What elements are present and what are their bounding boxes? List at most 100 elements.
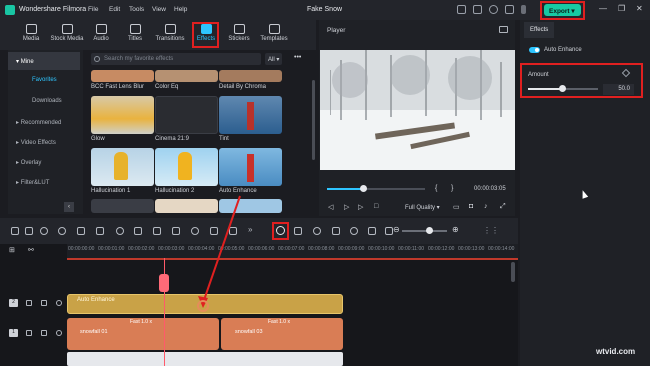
nav-label: Recommended — [20, 120, 62, 126]
nav-item-video-effects[interactable]: ▸ Video Effects — [8, 133, 80, 151]
layout-icon[interactable] — [457, 5, 466, 14]
grid-icon[interactable] — [11, 227, 19, 235]
shield-icon[interactable] — [294, 227, 302, 235]
color-icon[interactable] — [210, 227, 218, 235]
timeline-scrollbar[interactable] — [511, 262, 515, 282]
mark-in-icon[interactable]: { — [435, 185, 437, 192]
tab-stickers[interactable]: Stickers — [219, 22, 259, 48]
tab-media[interactable]: Media — [11, 22, 51, 48]
display-settings-icon[interactable]: ▭ — [453, 203, 460, 211]
tab-templates[interactable]: Templates — [254, 22, 294, 48]
more-tools-icon[interactable]: » — [248, 225, 256, 234]
clip-name: snowfall 03 — [235, 329, 263, 335]
playhead-handle[interactable] — [159, 274, 169, 292]
effect-thumb[interactable] — [155, 199, 218, 213]
more-options-icon[interactable]: ••• — [294, 54, 301, 61]
chevron-down-icon: ▾ — [274, 57, 280, 63]
zoom-slider-handle[interactable] — [426, 227, 433, 234]
add-track-icon[interactable]: ⊞ — [9, 246, 15, 254]
amount-value-input[interactable]: 50.0 — [603, 84, 634, 95]
microphone-icon[interactable] — [313, 227, 321, 235]
undo-icon[interactable] — [40, 227, 48, 235]
lock-icon[interactable] — [26, 330, 32, 336]
collapse-sidebar-icon[interactable]: ‹ — [64, 202, 74, 212]
nav-item-downloads[interactable]: Downloads — [8, 92, 80, 110]
minimize-icon[interactable]: — — [599, 4, 607, 13]
nav-item-favorites[interactable]: Favorites — [8, 71, 80, 89]
playback-scrubber-handle[interactable] — [360, 185, 367, 192]
export-button[interactable]: Export ▾ — [544, 4, 581, 16]
menu-view[interactable]: View — [152, 6, 166, 13]
maximize-icon[interactable]: ❐ — [618, 4, 625, 13]
tab-label: Media — [22, 36, 40, 42]
eye-icon[interactable] — [56, 300, 62, 306]
next-frame-icon[interactable]: ▷ — [358, 203, 363, 211]
lock-icon[interactable] — [26, 300, 32, 306]
effect-thumb-bcc-fast-lens-blur[interactable] — [91, 70, 154, 82]
nav-item-filter-lut[interactable]: ▸ Filter&LUT — [8, 173, 80, 191]
menu-help[interactable]: Help — [174, 6, 187, 13]
tab-titles[interactable]: Titles — [115, 22, 155, 48]
eye-icon[interactable] — [56, 330, 62, 336]
quality-select[interactable]: Full Quality ▾ — [405, 204, 440, 211]
menu-tools[interactable]: Tools — [129, 6, 144, 13]
effect-thumb-detail-by-chroma[interactable] — [219, 70, 282, 82]
speaker-icon[interactable] — [41, 330, 47, 336]
snapshot-icon[interactable]: ◘ — [469, 203, 473, 210]
timeline-grid-icon[interactable]: ⋮⋮ — [483, 226, 499, 235]
adjust-icon[interactable] — [229, 227, 237, 235]
tag-icon[interactable] — [134, 227, 142, 235]
layout-icon[interactable] — [25, 227, 33, 235]
split-icon[interactable] — [96, 227, 104, 235]
nav-item-overlay[interactable]: ▸ Overlay — [8, 153, 80, 171]
audio-stretch-icon[interactable] — [116, 227, 124, 235]
speed-icon[interactable] — [191, 227, 199, 235]
tab-properties-effects[interactable]: Effects — [524, 22, 554, 38]
search-input[interactable]: Search my favorite effects — [91, 53, 261, 65]
stop-icon[interactable]: □ — [374, 203, 378, 210]
audio-icon — [95, 24, 107, 34]
image-icon[interactable] — [499, 26, 508, 33]
snap-icon[interactable] — [368, 227, 376, 235]
link-icon[interactable]: ⚯ — [28, 246, 34, 254]
video-preview[interactable] — [320, 50, 515, 170]
play-icon[interactable]: ▷ — [344, 203, 349, 211]
redo-icon[interactable] — [58, 227, 66, 235]
close-icon[interactable]: ✕ — [636, 4, 643, 13]
menu-file[interactable]: File — [88, 6, 98, 13]
menu-dots-icon[interactable] — [521, 5, 526, 14]
crop-icon[interactable] — [153, 227, 161, 235]
nav-item-recommended[interactable]: ▸ Recommended — [8, 113, 80, 131]
zoom-in-icon[interactable]: ⊕ — [452, 225, 459, 234]
fullscreen-icon[interactable]: ⤢ — [500, 203, 506, 211]
cloud-icon[interactable] — [489, 5, 498, 14]
account-icon[interactable] — [473, 5, 482, 14]
menu-edit[interactable]: Edit — [109, 6, 120, 13]
amount-slider-handle[interactable] — [559, 85, 566, 92]
zoom-out-icon[interactable]: ⊖ — [393, 225, 400, 234]
filter-select[interactable]: All ▾ — [265, 53, 282, 65]
mark-out-icon[interactable]: } — [451, 185, 453, 192]
save-icon[interactable] — [505, 5, 514, 14]
render-preview-icon[interactable] — [276, 226, 285, 235]
previous-frame-icon[interactable]: ◁ — [328, 203, 333, 211]
effects-scrollbar[interactable] — [312, 80, 315, 160]
zoom-slider[interactable] — [402, 230, 447, 232]
audio-track-clip[interactable] — [67, 352, 343, 366]
effect-thumb-color-eq[interactable] — [155, 70, 218, 82]
text-icon[interactable] — [172, 227, 180, 235]
effect-thumb-glow[interactable] — [91, 96, 154, 134]
effect-thumb[interactable] — [219, 199, 282, 213]
volume-icon[interactable]: ♪ — [484, 203, 488, 210]
tab-transitions[interactable]: Transitions — [150, 22, 190, 48]
speaker-icon[interactable] — [41, 300, 47, 306]
app-name: Wondershare Filmora — [19, 6, 87, 13]
marker-icon[interactable] — [385, 227, 393, 235]
effect-thumb-cinema[interactable] — [155, 96, 218, 134]
delete-icon[interactable] — [77, 227, 85, 235]
ai-icon[interactable] — [350, 227, 358, 235]
effect-thumb[interactable] — [91, 199, 154, 213]
layers-icon[interactable] — [332, 227, 340, 235]
nav-item-mine[interactable]: ▾ Mine — [8, 52, 80, 70]
filmora-logo-icon — [5, 5, 15, 15]
